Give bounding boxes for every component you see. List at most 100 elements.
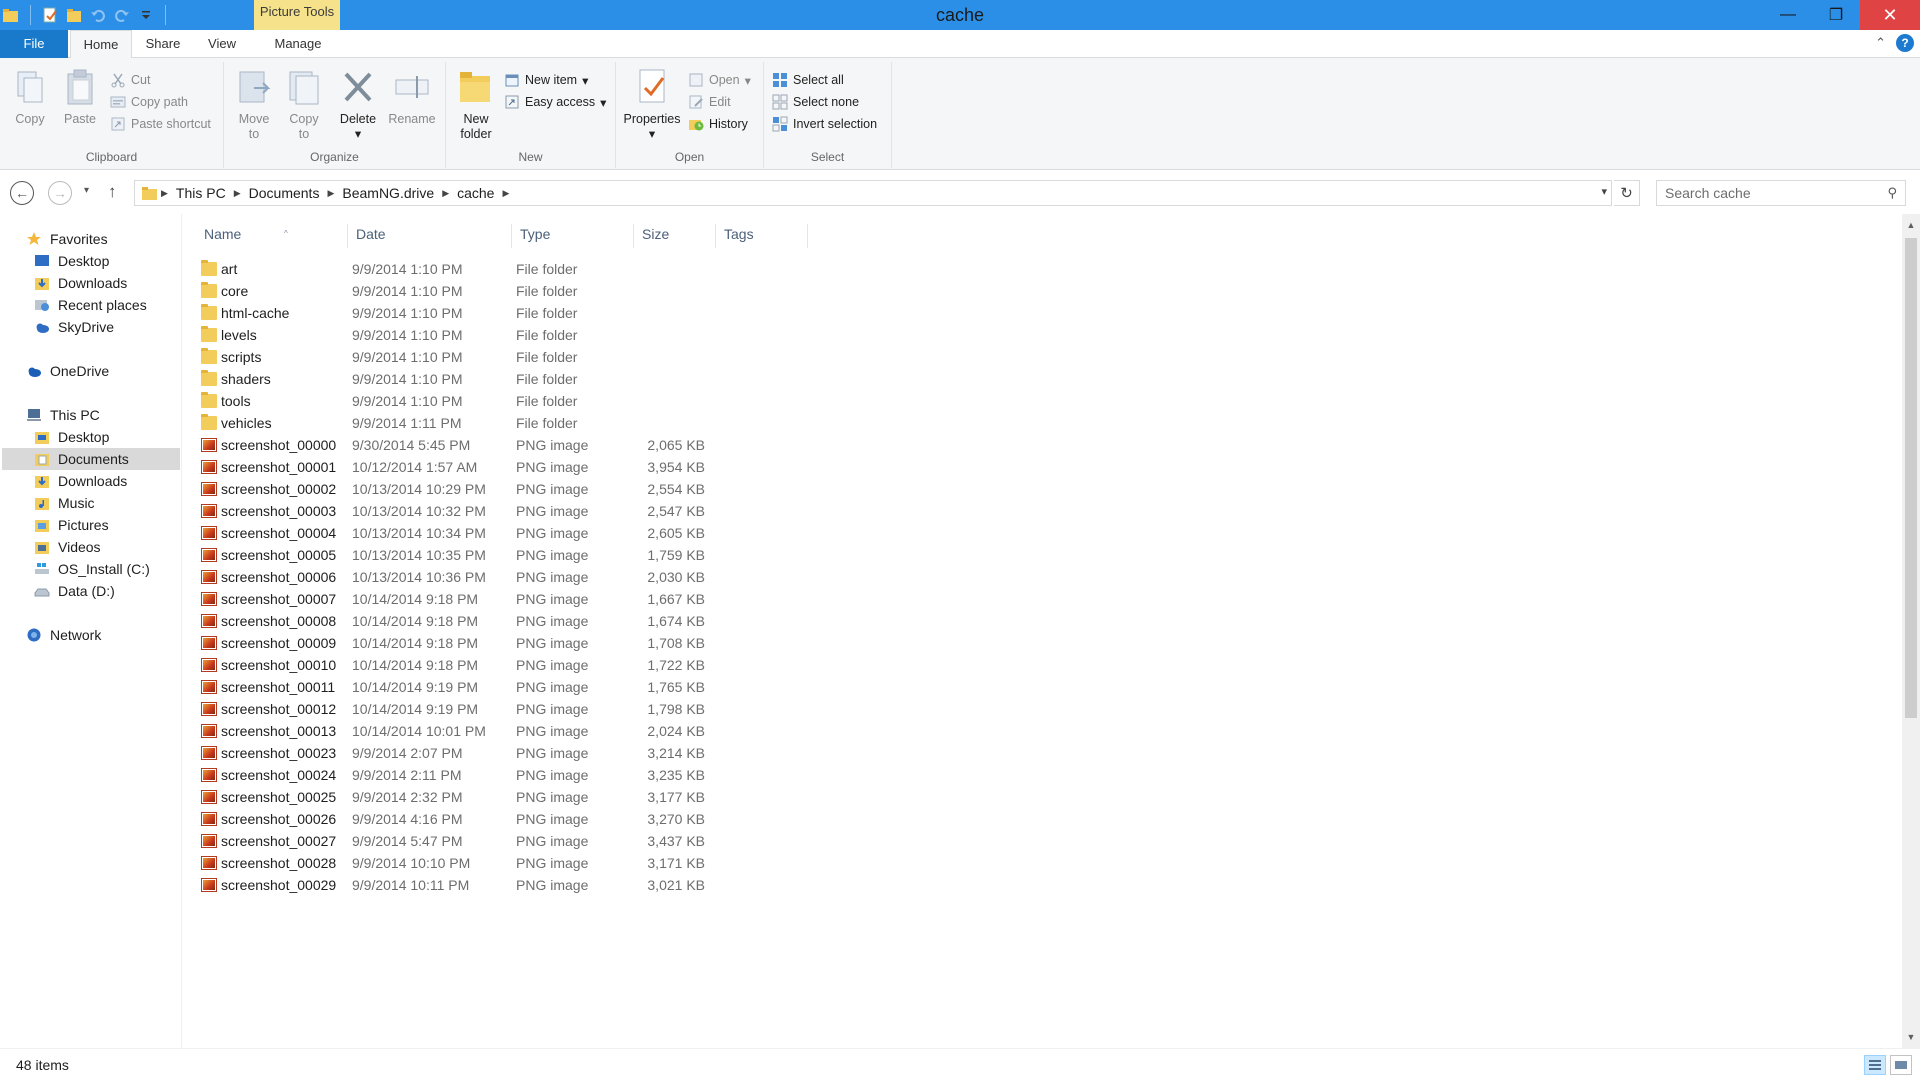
scrollbar-thumb[interactable]	[1905, 238, 1917, 718]
file-row[interactable]: screenshot_00006 10/13/2014 10:36 PM PNG i…	[197, 566, 867, 588]
properties-button[interactable]: Properties ▾	[622, 66, 682, 142]
nav-pc-downloads[interactable]: Downloads	[34, 470, 127, 492]
tab-file[interactable]: File	[0, 30, 68, 58]
undo-icon[interactable]	[89, 6, 107, 24]
new-folder-button[interactable]: New folder	[454, 66, 498, 142]
breadcrumb-separator-icon[interactable]: ▶	[232, 188, 243, 199]
nav-fav-skydrive[interactable]: SkyDrive	[34, 316, 114, 338]
select-all-button[interactable]: Select all	[772, 70, 844, 90]
history-button[interactable]: History	[688, 114, 748, 134]
nav-pc-music[interactable]: Music	[34, 492, 95, 514]
nav-fav-downloads[interactable]: Downloads	[34, 272, 127, 294]
file-row[interactable]: screenshot_00013 10/14/2014 10:01 PM PNG i…	[197, 720, 867, 742]
nav-fav-desktop[interactable]: Desktop	[34, 250, 109, 272]
search-icon[interactable]: ⚲	[1887, 185, 1897, 201]
column-header-name[interactable]: ^ Name	[182, 224, 348, 248]
refresh-button[interactable]: ↻	[1614, 180, 1640, 206]
nav-pc-drive-c[interactable]: OS_Install (C:)	[34, 558, 150, 580]
folder-row[interactable]: core 9/9/2014 1:10 PM File folder	[197, 280, 867, 302]
breadcrumb-separator-icon[interactable]: ▶	[440, 188, 451, 199]
scroll-down-icon[interactable]: ▼	[1902, 1028, 1920, 1046]
folder-row[interactable]: tools 9/9/2014 1:10 PM File folder	[197, 390, 867, 412]
tab-share[interactable]: Share	[136, 30, 190, 58]
file-row[interactable]: screenshot_00025 9/9/2014 2:32 PM PNG imag…	[197, 786, 867, 808]
collapse-ribbon-icon[interactable]: ⌃	[1875, 35, 1886, 51]
tab-home[interactable]: Home	[70, 30, 132, 59]
select-none-button[interactable]: Select none	[772, 92, 859, 112]
file-row[interactable]: screenshot_00027 9/9/2014 5:47 PM PNG imag…	[197, 830, 867, 852]
folder-row[interactable]: art 9/9/2014 1:10 PM File folder	[197, 258, 867, 280]
customize-toolbar-icon[interactable]	[137, 6, 155, 24]
rename-button[interactable]: Rename	[386, 66, 438, 127]
file-row[interactable]: screenshot_00009 10/14/2014 9:18 PM PNG im…	[197, 632, 867, 654]
paste-button[interactable]: Paste	[58, 66, 102, 127]
new-item-button[interactable]: New item ▾	[504, 70, 588, 90]
column-header-tags[interactable]: Tags	[716, 224, 808, 248]
close-button[interactable]: ✕	[1860, 0, 1920, 30]
properties-icon[interactable]	[41, 6, 59, 24]
back-button[interactable]: ←	[10, 181, 34, 205]
forward-button[interactable]: →	[48, 181, 72, 205]
address-dropdown-icon[interactable]: ▾	[1601, 185, 1607, 198]
file-row[interactable]: screenshot_00023 9/9/2014 2:07 PM PNG imag…	[197, 742, 867, 764]
file-row[interactable]: screenshot_00001 10/12/2014 1:57 AM PNG im…	[197, 456, 867, 478]
nav-onedrive[interactable]: OneDrive	[26, 360, 109, 382]
file-row[interactable]: screenshot_00010 10/14/2014 9:18 PM PNG im…	[197, 654, 867, 676]
nav-pc-pictures[interactable]: Pictures	[34, 514, 109, 536]
folder-row[interactable]: vehicles 9/9/2014 1:11 PM File folder	[197, 412, 867, 434]
folder-row[interactable]: html-cache 9/9/2014 1:10 PM File folder	[197, 302, 867, 324]
edit-button[interactable]: Edit	[688, 92, 731, 112]
address-bar[interactable]: ▶ This PC ▶ Documents ▶ BeamNG.drive ▶ c…	[134, 180, 1612, 206]
invert-selection-button[interactable]: Invert selection	[772, 114, 877, 134]
breadcrumb-beamng-drive[interactable]: BeamNG.drive	[336, 185, 440, 201]
cut-button[interactable]: Cut	[110, 70, 150, 90]
search-input[interactable]	[1657, 181, 1867, 205]
paste-shortcut-button[interactable]: Paste shortcut	[110, 114, 211, 134]
file-row[interactable]: screenshot_00026 9/9/2014 4:16 PM PNG imag…	[197, 808, 867, 830]
delete-dropdown-icon[interactable]: ▾	[334, 127, 382, 142]
recent-locations-dropdown-icon[interactable]: ▾	[84, 185, 89, 196]
file-row[interactable]: screenshot_00005 10/13/2014 10:35 PM PNG i…	[197, 544, 867, 566]
breadcrumb-separator-icon[interactable]: ▶	[500, 188, 511, 199]
file-row[interactable]: screenshot_00008 10/14/2014 9:18 PM PNG im…	[197, 610, 867, 632]
details-view-button[interactable]	[1864, 1055, 1886, 1075]
file-row[interactable]: screenshot_00000 9/30/2014 5:45 PM PNG ima…	[197, 434, 867, 456]
up-arrow-icon[interactable]: ↑	[108, 182, 117, 202]
file-row[interactable]: screenshot_00028 9/9/2014 10:10 PM PNG ima…	[197, 852, 867, 874]
file-row[interactable]: screenshot_00007 10/14/2014 9:18 PM PNG im…	[197, 588, 867, 610]
nav-fav-recent-places[interactable]: Recent places	[34, 294, 147, 316]
file-row[interactable]: screenshot_00011 10/14/2014 9:19 PM PNG im…	[197, 676, 867, 698]
search-box[interactable]: ⚲	[1656, 180, 1906, 206]
nav-pc-documents[interactable]: Documents	[2, 448, 180, 470]
folder-row[interactable]: scripts 9/9/2014 1:10 PM File folder	[197, 346, 867, 368]
tab-manage[interactable]: Manage	[260, 30, 336, 58]
file-row[interactable]: screenshot_00024 9/9/2014 2:11 PM PNG imag…	[197, 764, 867, 786]
breadcrumb-separator-icon[interactable]: ▶	[159, 188, 170, 199]
nav-pc-drive-d[interactable]: Data (D:)	[34, 580, 115, 602]
nav-network[interactable]: Network	[26, 624, 101, 646]
restore-button[interactable]: ❐	[1812, 0, 1860, 30]
vertical-scrollbar[interactable]: ▲ ▼	[1902, 214, 1920, 1048]
column-header-date[interactable]: Date	[348, 224, 512, 248]
breadcrumb-this-pc[interactable]: This PC	[170, 185, 232, 201]
large-icons-view-button[interactable]	[1890, 1055, 1912, 1075]
nav-favorites[interactable]: Favorites	[26, 228, 108, 250]
copy-to-button[interactable]: Copy to	[282, 66, 326, 142]
copy-button[interactable]: Copy	[8, 66, 52, 127]
breadcrumb-separator-icon[interactable]: ▶	[325, 188, 336, 199]
file-row[interactable]: screenshot_00003 10/13/2014 10:32 PM PNG i…	[197, 500, 867, 522]
open-button[interactable]: Open ▾	[688, 70, 751, 90]
column-header-type[interactable]: Type	[512, 224, 634, 248]
easy-access-button[interactable]: Easy access ▾	[504, 92, 606, 112]
file-row[interactable]: screenshot_00002 10/13/2014 10:29 PM PNG i…	[197, 478, 867, 500]
nav-pc-videos[interactable]: Videos	[34, 536, 101, 558]
breadcrumb-documents[interactable]: Documents	[243, 185, 326, 201]
tab-view[interactable]: View	[196, 30, 248, 58]
folder-row[interactable]: levels 9/9/2014 1:10 PM File folder	[197, 324, 867, 346]
file-row[interactable]: screenshot_00012 10/14/2014 9:19 PM PNG im…	[197, 698, 867, 720]
column-header-size[interactable]: Size	[634, 224, 716, 248]
move-to-button[interactable]: Move to	[232, 66, 276, 142]
minimize-button[interactable]: —	[1764, 0, 1812, 30]
new-folder-icon[interactable]	[65, 6, 83, 24]
nav-pc-desktop[interactable]: Desktop	[34, 426, 109, 448]
